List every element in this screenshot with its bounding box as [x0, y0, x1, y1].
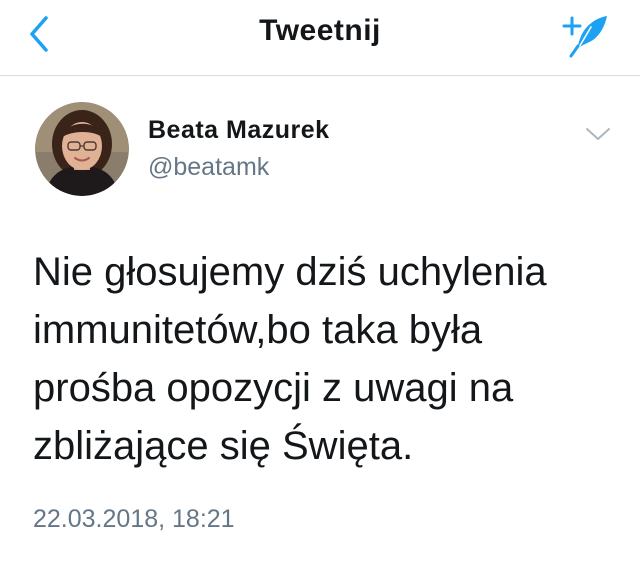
tweet-text-line: Nie głosujemy dziś uchylenia [33, 250, 547, 294]
page-title: Tweetnij [259, 14, 381, 47]
author-handle[interactable]: @beatamk [148, 153, 269, 182]
compose-tweet-button[interactable] [560, 12, 612, 58]
author-name[interactable]: Beata Mazurek [148, 116, 330, 145]
tweet-text-line: prośba opozycji z uwagi na [33, 366, 514, 410]
user-avatar [35, 102, 129, 196]
tweet-text: Nie głosujemy dziś uchylenia immunitetów… [33, 243, 623, 475]
tweet-menu-button[interactable] [585, 126, 611, 142]
tweet-text-line: zbliżające się Święta. [33, 424, 414, 468]
tweet-timestamp: 22.03.2018, 18:21 [33, 505, 235, 533]
navigation-bar: Tweetnij [0, 0, 640, 76]
avatar[interactable] [35, 102, 129, 196]
tweet-text-line: immunitetów,bo taka była [33, 308, 483, 352]
chevron-down-icon [586, 128, 610, 140]
compose-tweet-icon [562, 16, 607, 58]
